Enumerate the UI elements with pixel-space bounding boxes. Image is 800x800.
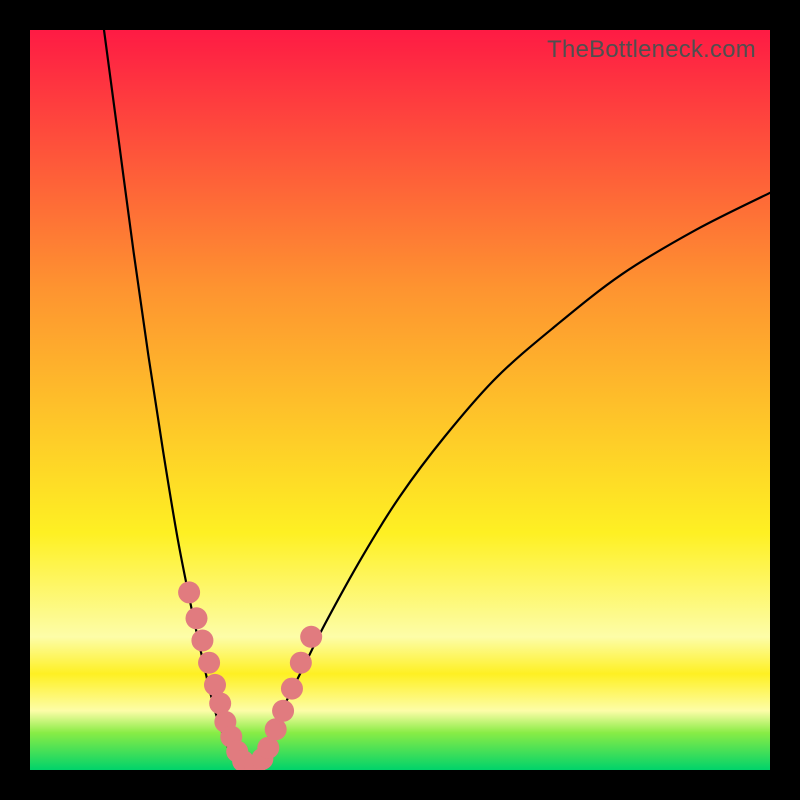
data-marker [290,652,312,674]
marker-group [178,581,322,770]
outer-frame: TheBottleneck.com [0,0,800,800]
data-marker [209,692,231,714]
data-marker [186,607,208,629]
data-marker [300,626,322,648]
curve-right-branch [245,193,770,770]
data-marker [204,674,226,696]
data-marker [178,581,200,603]
watermark-text: TheBottleneck.com [547,36,756,64]
data-marker [198,652,220,674]
data-marker [272,700,294,722]
chart-svg [30,30,770,770]
data-marker [191,630,213,652]
plot-area: TheBottleneck.com [30,30,770,770]
data-marker [281,678,303,700]
curve-left-branch [104,30,245,770]
